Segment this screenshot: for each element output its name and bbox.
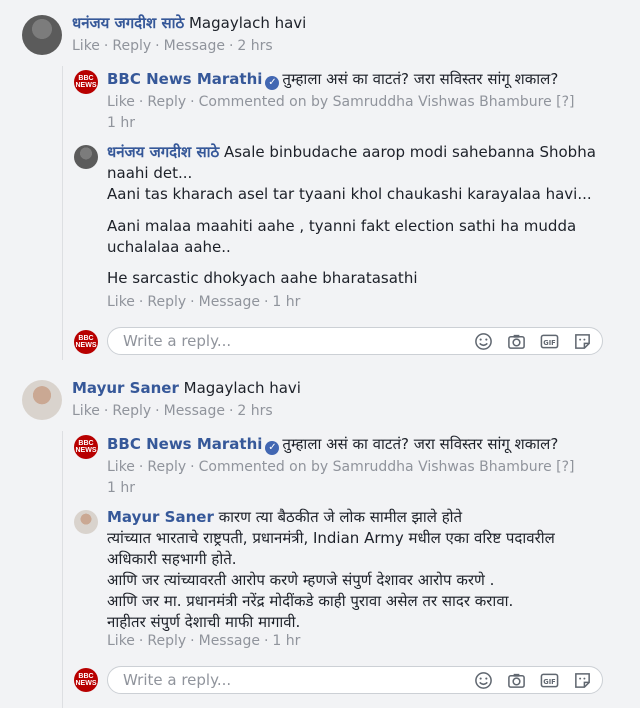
reply-placeholder: Write a reply... [123, 332, 232, 350]
reply-link[interactable]: Reply [147, 633, 186, 649]
emoji-icon[interactable] [474, 671, 493, 690]
reply-input[interactable]: Write a reply... GIF [107, 327, 603, 355]
timestamp[interactable]: 1 hr [272, 633, 300, 649]
reply-actions: Like · Reply · Commented on by Samruddha Vis… [107, 94, 575, 110]
reply-text: BBC News Marathi ✓ तुम्हाला असं का वाटतं? … [107, 69, 558, 90]
reply-body-line: त्यांच्यात भारताचे राष्ट्रपती, प्रधानमंत… [107, 529, 555, 547]
reply-body-line: Aani tas kharach asel tar tyaani khol ch… [107, 185, 592, 203]
gif-icon[interactable]: GIF [540, 332, 559, 351]
bbc-logo: BBC NEWS [75, 440, 97, 454]
camera-icon[interactable] [507, 671, 526, 690]
reply-author[interactable]: BBC News Marathi [107, 70, 262, 88]
camera-icon[interactable] [507, 332, 526, 351]
avatar[interactable] [22, 380, 62, 420]
message-link[interactable]: Message [164, 38, 225, 54]
svg-text:GIF: GIF [543, 339, 555, 347]
reply-body: तुम्हाला असं का वाटतं? जरा सविस्तर सांगू… [282, 435, 559, 453]
comment-text: Mayur Saner Magaylach havi [72, 378, 301, 399]
bbc-logo: BBC NEWS [75, 75, 97, 89]
like-link[interactable]: Like [107, 94, 135, 110]
comment-author[interactable]: Mayur Saner [72, 379, 179, 397]
gif-icon[interactable]: GIF [540, 671, 559, 690]
avatar[interactable]: BBC NEWS [74, 435, 98, 459]
message-link[interactable]: Message [199, 633, 260, 649]
comment-body: Magaylach havi [183, 379, 301, 397]
avatar[interactable] [74, 510, 98, 534]
message-link[interactable]: Message [199, 294, 260, 310]
avatar: BBC NEWS [74, 330, 98, 354]
comment-actions: Like · Reply · Message · 2 hrs [72, 403, 273, 419]
reply-text: धनंजय जगदीश साठे Asale binbudache aarop … [107, 142, 596, 163]
like-link[interactable]: Like [107, 294, 135, 310]
reply-link[interactable]: Reply [112, 38, 151, 54]
timestamp[interactable]: 2 hrs [237, 403, 272, 419]
like-link[interactable]: Like [72, 38, 100, 54]
sticker-icon[interactable] [573, 671, 592, 690]
reply-actions: Like · Reply · Commented on by Samruddha Vis… [107, 459, 575, 475]
avatar[interactable]: BBC NEWS [74, 70, 98, 94]
comment-body: Magaylach havi [188, 14, 307, 32]
bbc-logo: BBC NEWS [75, 673, 97, 687]
reply-link[interactable]: Reply [112, 403, 151, 419]
reply-thread-line [62, 431, 63, 708]
like-link[interactable]: Like [107, 633, 135, 649]
reply-body-line: Asale binbudache aarop modi sahebanna Sh… [223, 143, 596, 161]
svg-text:GIF: GIF [543, 678, 555, 686]
emoji-icon[interactable] [474, 332, 493, 351]
reply-body-line: आणि जर मा. प्रधानमंत्री नरेंद्र मोदींकडे… [107, 592, 514, 610]
reply-tools: GIF [474, 332, 592, 351]
timestamp[interactable]: 1 hr [107, 113, 135, 133]
reply-body-line: naahi det... [107, 164, 193, 182]
commented-on-by[interactable]: Commented on by Samruddha Vishwas Bhambu… [199, 459, 575, 475]
comment-text: धनंजय जगदीश साठे Magaylach havi [72, 13, 306, 34]
verified-badge-icon: ✓ [265, 441, 280, 455]
reply-body-line: uchalalaa aahe.. [107, 238, 231, 256]
reply-body-line: आणि जर त्यांच्यावरती आरोप करणे म्हणजे सं… [107, 571, 495, 589]
reply-body-line: कारण त्या बैठकीत जे लोक सामील झाले होते [218, 508, 463, 526]
reply-body-line: नाहीतर संपुर्ण देशाची माफी मागावी. [107, 613, 301, 631]
comment-thread-1: धनंजय जगदीश साठे Magaylach havi Like · Rep… [0, 0, 640, 365]
reply-author[interactable]: BBC News Marathi [107, 435, 262, 453]
reply-actions: Like · Reply · Message · 1 hr [107, 294, 301, 310]
comment-author[interactable]: धनंजय जगदीश साठे [72, 14, 184, 32]
reply-body: तुम्हाला असं का वाटतं? जरा सविस्तर सांगू… [282, 70, 559, 88]
reply-tools: GIF [474, 671, 592, 690]
reply-link[interactable]: Reply [147, 94, 186, 110]
comment-thread-2: Mayur Saner Magaylach havi Like · Reply · Me… [0, 365, 640, 708]
comment-actions: Like · Reply · Message · 2 hrs [72, 38, 273, 54]
sticker-icon[interactable] [573, 332, 592, 351]
timestamp[interactable]: 1 hr [272, 294, 300, 310]
reply-link[interactable]: Reply [147, 459, 186, 475]
reply-text: BBC News Marathi ✓ तुम्हाला असं का वाटतं? … [107, 434, 558, 455]
reply-link[interactable]: Reply [147, 294, 186, 310]
reply-body-line: अधिकारी सहभागी होते. [107, 550, 237, 568]
avatar[interactable] [74, 145, 98, 169]
verified-badge-icon: ✓ [265, 76, 280, 90]
reply-thread-line [62, 66, 63, 360]
reply-input[interactable]: Write a reply... GIF [107, 666, 603, 694]
reply-body-line: He sarcastic dhokyach aahe bharatasathi [107, 269, 418, 287]
reply-placeholder: Write a reply... [123, 671, 232, 689]
reply-text: Mayur Saner कारण त्या बैठकीत जे लोक सामी… [107, 507, 462, 528]
commented-on-by[interactable]: Commented on by Samruddha Vishwas Bhambu… [199, 94, 575, 110]
reply-author[interactable]: Mayur Saner [107, 508, 214, 526]
timestamp[interactable]: 2 hrs [237, 38, 272, 54]
like-link[interactable]: Like [72, 403, 100, 419]
avatar: BBC NEWS [74, 668, 98, 692]
message-link[interactable]: Message [164, 403, 225, 419]
timestamp[interactable]: 1 hr [107, 478, 135, 498]
like-link[interactable]: Like [107, 459, 135, 475]
avatar[interactable] [22, 15, 62, 55]
reply-actions: Like · Reply · Message · 1 hr [107, 633, 301, 649]
reply-author[interactable]: धनंजय जगदीश साठे [107, 143, 219, 161]
reply-body-line: Aani malaa maahiti aahe , tyanni fakt el… [107, 217, 577, 235]
bbc-logo: BBC NEWS [75, 335, 97, 349]
